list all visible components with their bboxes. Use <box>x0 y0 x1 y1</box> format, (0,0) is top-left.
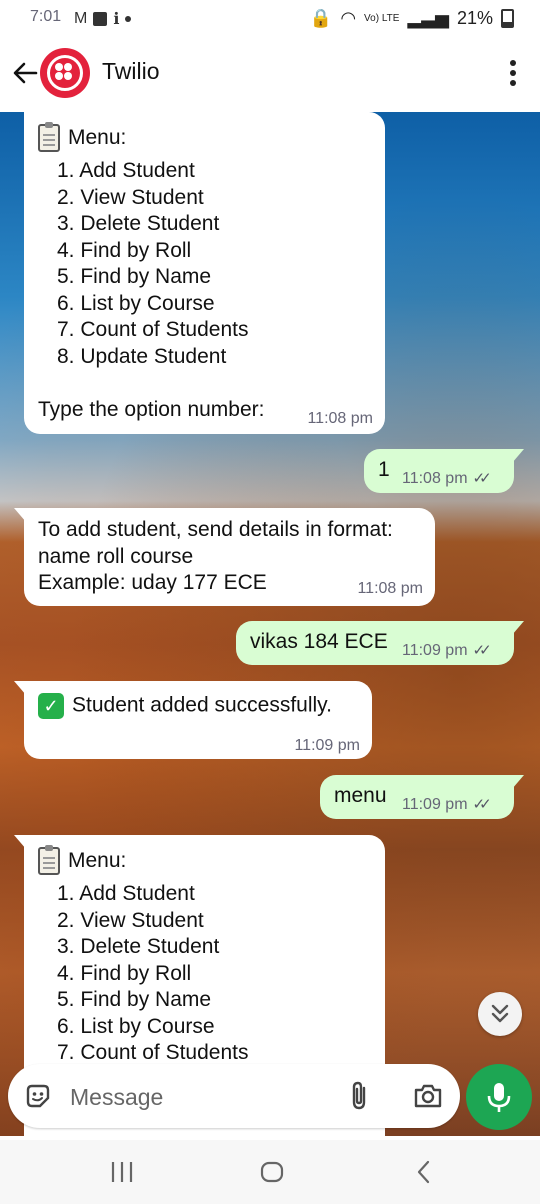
battery-icon <box>501 9 514 28</box>
message-text: 1 <box>378 458 390 481</box>
message-time: 11:08 pm <box>307 410 373 427</box>
home-icon[interactable] <box>258 1158 286 1186</box>
message-text: Student added successfully. <box>72 693 332 717</box>
status-right: 🔒 ◠ Vo) LTE ▂▃▅ 21% <box>310 8 514 29</box>
voice-message-button[interactable] <box>466 1064 532 1130</box>
battery-percent: 21% <box>456 8 493 28</box>
lock-icon: 🔒 <box>309 8 333 28</box>
contact-avatar[interactable] <box>40 48 90 98</box>
dot-icon <box>125 16 132 22</box>
outgoing-message: 1 11:08 pm ✓✓ <box>364 449 524 493</box>
message-time: 11:09 pm <box>402 796 468 813</box>
gmail-icon: M <box>74 10 88 27</box>
chat-area[interactable]: Menu: 1. Add Student 2. View Student 3. … <box>0 112 540 1136</box>
back-nav-icon[interactable] <box>412 1158 436 1186</box>
status-bar: 7:01 M ℹ 🔒 ◠ Vo) LTE ▂▃▅ 21% <box>0 0 540 38</box>
incoming-message: To add student, send details in format: … <box>14 508 435 606</box>
menu-title: Menu: <box>68 849 127 872</box>
menu-item: 4. Find by Roll <box>57 238 192 262</box>
microphone-icon <box>487 1083 511 1112</box>
system-navigation-bar <box>0 1140 540 1204</box>
menu-header: Menu: <box>38 122 127 152</box>
check-notification-icon <box>93 12 108 26</box>
read-receipt-icon: ✓✓ <box>472 642 492 659</box>
clipboard-icon <box>38 845 60 875</box>
clipboard-icon <box>38 122 60 152</box>
camera-icon[interactable] <box>412 1080 444 1112</box>
menu-item: 4. Find by Roll <box>57 961 192 985</box>
menu-item: 8. Update Student <box>57 344 227 368</box>
chat-header: Twilio <box>0 38 540 112</box>
menu-list: 1. Add Student 2. View Student 3. Delete… <box>57 881 248 1067</box>
wifi-icon: ◠ <box>340 8 357 28</box>
double-chevron-down-icon <box>491 1004 509 1023</box>
status-time: 7:01 <box>30 8 62 25</box>
menu-list: 1. Add Student 2. View Student 3. Delete… <box>57 158 248 370</box>
menu-header: Menu: <box>38 845 127 875</box>
contact-name[interactable]: Twilio <box>102 58 160 85</box>
menu-item: 5. Find by Name <box>57 265 212 288</box>
message-line: Example: uday 177 ECE <box>38 571 267 594</box>
menu-item: 2. View Student <box>57 908 204 932</box>
menu-item: 7. Count of Students <box>57 318 249 341</box>
incoming-message: Menu: 1. Add Student 2. View Student 3. … <box>24 112 385 434</box>
checkmark-icon: ✓ <box>38 693 64 719</box>
message-line: name roll course <box>38 544 194 568</box>
outgoing-message: vikas 184 ECE 11:09 pm ✓✓ <box>236 621 524 665</box>
attach-icon[interactable] <box>346 1080 374 1112</box>
more-options-icon[interactable] <box>508 56 518 90</box>
message-time: 11:08 pm <box>357 580 423 597</box>
notification-icons: M ℹ <box>74 9 132 29</box>
outgoing-message: menu 11:09 pm ✓✓ <box>320 775 524 819</box>
scroll-to-bottom-button[interactable] <box>478 992 522 1036</box>
message-text: menu <box>334 784 387 807</box>
message-time: 11:09 pm <box>294 737 360 754</box>
recent-apps-icon[interactable] <box>110 1158 134 1186</box>
menu-title: Menu: <box>68 126 127 149</box>
menu-item: 1. Add Student <box>57 159 195 182</box>
info-icon: ℹ <box>113 11 120 28</box>
menu-item: 6. List by Course <box>57 1014 215 1038</box>
volte-icon: Vo) LTE <box>364 12 400 24</box>
menu-item: 6. List by Course <box>57 291 215 315</box>
message-line: To add student, send details in format: <box>38 518 393 541</box>
menu-footer: Type the option number: <box>38 398 265 421</box>
menu-item: 1. Add Student <box>57 882 195 905</box>
menu-item: 2. View Student <box>57 185 204 209</box>
menu-item: 3. Delete Student <box>57 935 220 958</box>
menu-item: 7. Count of Students <box>57 1041 249 1064</box>
message-time: 11:09 pm <box>402 642 468 659</box>
message-composer <box>8 1064 460 1128</box>
signal-icon: ▂▃▅ <box>407 8 449 28</box>
sticker-icon[interactable] <box>24 1082 52 1110</box>
read-receipt-icon: ✓✓ <box>472 796 492 813</box>
read-receipt-icon: ✓✓ <box>472 470 492 487</box>
menu-item: 3. Delete Student <box>57 212 220 235</box>
message-time: 11:08 pm <box>402 470 468 487</box>
message-text: vikas 184 ECE <box>250 630 388 653</box>
message-input[interactable] <box>68 1076 342 1118</box>
menu-item: 5. Find by Name <box>57 988 212 1011</box>
incoming-message: ✓ Student added successfully. 11:09 pm <box>14 681 372 759</box>
back-arrow-icon[interactable] <box>10 58 40 88</box>
twilio-logo-icon <box>47 55 83 91</box>
